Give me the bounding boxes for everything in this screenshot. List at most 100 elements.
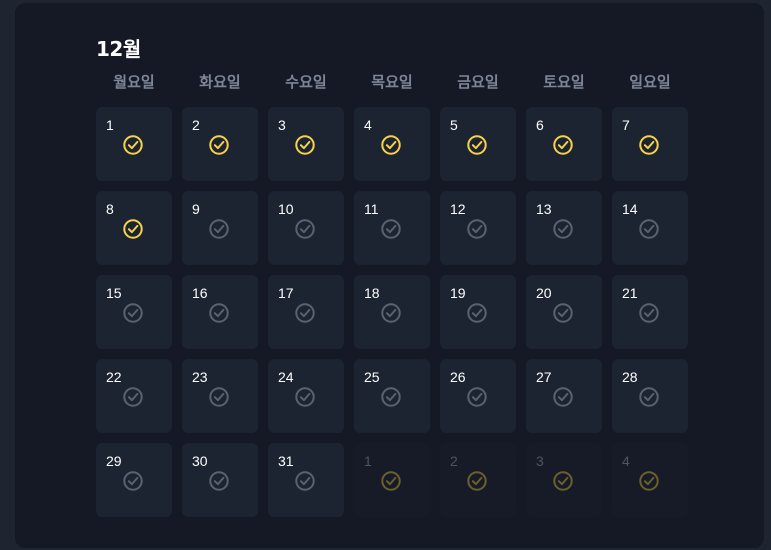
check-circle-icon <box>209 471 229 491</box>
day-cell[interactable]: 15 <box>96 275 172 349</box>
day-cell[interactable]: 4 <box>354 107 430 181</box>
day-number: 10 <box>278 201 294 217</box>
check-circle-icon <box>209 303 229 323</box>
day-number: 8 <box>106 201 114 217</box>
day-number: 2 <box>450 453 458 469</box>
weekday-sunday: 일요일 <box>629 73 671 91</box>
check-circle-icon <box>295 303 315 323</box>
day-cell[interactable]: 29 <box>96 443 172 517</box>
day-number: 1 <box>364 453 372 469</box>
check-circle-icon <box>381 471 401 491</box>
day-number: 11 <box>364 201 379 217</box>
day-number: 26 <box>450 369 466 385</box>
check-circle-icon <box>639 471 659 491</box>
day-number: 7 <box>622 117 630 133</box>
check-circle-icon <box>381 219 401 239</box>
check-circle-icon <box>467 135 487 155</box>
month-title: 12월 <box>96 37 141 61</box>
check-circle-icon <box>209 219 229 239</box>
weekday-saturday: 토요일 <box>543 73 585 91</box>
day-number: 31 <box>278 453 294 469</box>
check-circle-icon <box>209 387 229 407</box>
day-number: 15 <box>106 285 122 301</box>
weekday-thursday: 목요일 <box>371 73 413 91</box>
day-number: 21 <box>622 285 638 301</box>
check-circle-icon <box>467 387 487 407</box>
day-number: 23 <box>192 369 208 385</box>
day-cell-next-month[interactable]: 4 <box>612 443 688 517</box>
day-cell-next-month[interactable]: 2 <box>440 443 516 517</box>
day-cell[interactable]: 5 <box>440 107 516 181</box>
check-circle-icon <box>123 387 143 407</box>
day-number: 28 <box>622 369 638 385</box>
day-number: 25 <box>364 369 380 385</box>
day-number: 3 <box>278 117 286 133</box>
weekday-header-row: 월요일 화요일 수요일 목요일 금요일 토요일 일요일 <box>96 71 687 95</box>
day-cell[interactable]: 3 <box>268 107 344 181</box>
weekday-wednesday: 수요일 <box>285 73 327 91</box>
check-circle-icon <box>467 303 487 323</box>
day-number: 9 <box>192 201 200 217</box>
day-cell[interactable]: 8 <box>96 191 172 265</box>
day-cell[interactable]: 14 <box>612 191 688 265</box>
check-circle-icon <box>553 303 573 323</box>
day-number: 16 <box>192 285 208 301</box>
day-cell[interactable]: 11 <box>354 191 430 265</box>
day-number: 27 <box>536 369 552 385</box>
day-number: 2 <box>192 117 200 133</box>
check-circle-icon <box>295 471 315 491</box>
day-number: 18 <box>364 285 380 301</box>
day-cell[interactable]: 31 <box>268 443 344 517</box>
day-cell-next-month[interactable]: 3 <box>526 443 602 517</box>
day-number: 5 <box>450 117 458 133</box>
check-circle-icon <box>209 135 229 155</box>
check-circle-icon <box>553 471 573 491</box>
weekday-monday: 월요일 <box>113 73 155 91</box>
check-circle-icon <box>639 135 659 155</box>
day-number: 3 <box>536 453 544 469</box>
day-cell[interactable]: 1 <box>96 107 172 181</box>
day-cell[interactable]: 9 <box>182 191 258 265</box>
day-cell[interactable]: 28 <box>612 359 688 433</box>
day-cell[interactable]: 19 <box>440 275 516 349</box>
day-cell[interactable]: 10 <box>268 191 344 265</box>
check-circle-icon <box>295 135 315 155</box>
day-cell[interactable]: 20 <box>526 275 602 349</box>
day-cell[interactable]: 21 <box>612 275 688 349</box>
day-cell[interactable]: 23 <box>182 359 258 433</box>
day-cell[interactable]: 17 <box>268 275 344 349</box>
day-number: 24 <box>278 369 294 385</box>
day-cell[interactable]: 30 <box>182 443 258 517</box>
day-cell[interactable]: 2 <box>182 107 258 181</box>
calendar-panel: 12월 월요일 화요일 수요일 목요일 금요일 토요일 일요일 12345678… <box>15 3 764 548</box>
check-circle-icon <box>467 471 487 491</box>
day-cell[interactable]: 16 <box>182 275 258 349</box>
day-cell[interactable]: 18 <box>354 275 430 349</box>
check-circle-icon <box>295 387 315 407</box>
check-circle-icon <box>553 219 573 239</box>
day-cell[interactable]: 24 <box>268 359 344 433</box>
check-circle-icon <box>123 135 143 155</box>
check-circle-icon <box>639 219 659 239</box>
day-cell[interactable]: 6 <box>526 107 602 181</box>
check-circle-icon <box>639 387 659 407</box>
day-cell[interactable]: 13 <box>526 191 602 265</box>
day-number: 12 <box>450 201 466 217</box>
check-circle-icon <box>553 135 573 155</box>
day-cell[interactable]: 25 <box>354 359 430 433</box>
day-cell[interactable]: 7 <box>612 107 688 181</box>
day-number: 30 <box>192 453 208 469</box>
check-circle-icon <box>381 303 401 323</box>
day-number: 20 <box>536 285 552 301</box>
check-circle-icon <box>123 303 143 323</box>
day-cell[interactable]: 22 <box>96 359 172 433</box>
day-number: 29 <box>106 453 122 469</box>
day-number: 13 <box>536 201 552 217</box>
day-cell[interactable]: 27 <box>526 359 602 433</box>
day-cell[interactable]: 12 <box>440 191 516 265</box>
day-cell-next-month[interactable]: 1 <box>354 443 430 517</box>
day-number: 17 <box>278 285 294 301</box>
day-number: 22 <box>106 369 122 385</box>
day-cell[interactable]: 26 <box>440 359 516 433</box>
check-circle-icon <box>123 219 143 239</box>
